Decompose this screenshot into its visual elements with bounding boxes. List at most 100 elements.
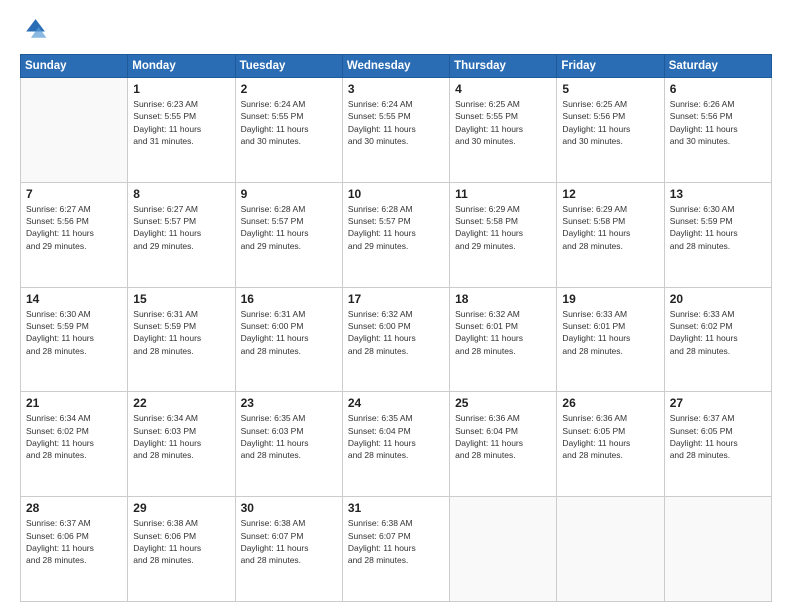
- weekday-header-friday: Friday: [557, 55, 664, 78]
- day-number: 16: [241, 292, 337, 306]
- day-number: 10: [348, 187, 444, 201]
- day-number: 2: [241, 82, 337, 96]
- calendar-header-row: SundayMondayTuesdayWednesdayThursdayFrid…: [21, 55, 772, 78]
- calendar-cell: 15Sunrise: 6:31 AM Sunset: 5:59 PM Dayli…: [128, 287, 235, 392]
- calendar-cell: 29Sunrise: 6:38 AM Sunset: 6:06 PM Dayli…: [128, 497, 235, 602]
- day-number: 26: [562, 396, 658, 410]
- calendar-week-row: 1 Sunrise: 6:23 AM Sunset: 5:55 PM Daylig…: [21, 78, 772, 183]
- calendar-cell: 8 Sunrise: 6:27 AM Sunset: 5:57 PM Daylig…: [128, 182, 235, 287]
- day-number: 31: [348, 501, 444, 515]
- calendar-cell: [450, 497, 557, 602]
- calendar-cell: 5 Sunrise: 6:25 AM Sunset: 5:56 PM Daylig…: [557, 78, 664, 183]
- day-number: 1: [133, 82, 229, 96]
- day-number: 30: [241, 501, 337, 515]
- weekday-header-monday: Monday: [128, 55, 235, 78]
- day-number: 23: [241, 396, 337, 410]
- calendar-cell: [557, 497, 664, 602]
- day-info: Sunrise: 6:32 AM Sunset: 6:00 PM Dayligh…: [348, 308, 444, 357]
- day-info: Sunrise: 6:29 AM Sunset: 5:58 PM Dayligh…: [455, 203, 551, 252]
- day-info: Sunrise: 6:27 AM Sunset: 5:57 PM Dayligh…: [133, 203, 229, 252]
- weekday-header-sunday: Sunday: [21, 55, 128, 78]
- calendar-cell: 18Sunrise: 6:32 AM Sunset: 6:01 PM Dayli…: [450, 287, 557, 392]
- day-number: 22: [133, 396, 229, 410]
- weekday-header-saturday: Saturday: [664, 55, 771, 78]
- day-number: 21: [26, 396, 122, 410]
- day-number: 9: [241, 187, 337, 201]
- day-info: Sunrise: 6:27 AM Sunset: 5:56 PM Dayligh…: [26, 203, 122, 252]
- day-number: 13: [670, 187, 766, 201]
- day-info: Sunrise: 6:37 AM Sunset: 6:06 PM Dayligh…: [26, 517, 122, 566]
- calendar-week-row: 14 Sunrise: 6:30 AM Sunset: 5:59 PM Dayli…: [21, 287, 772, 392]
- calendar-cell: 26 Sunrise: 6:36 AM Sunset: 6:05 PM Dayli…: [557, 392, 664, 497]
- day-info: Sunrise: 6:33 AM Sunset: 6:01 PM Dayligh…: [562, 308, 658, 357]
- calendar-cell: 10 Sunrise: 6:28 AM Sunset: 5:57 PM Dayli…: [342, 182, 449, 287]
- calendar-cell: 7 Sunrise: 6:27 AM Sunset: 5:56 PM Daylig…: [21, 182, 128, 287]
- day-number: 25: [455, 396, 551, 410]
- calendar-week-row: 21 Sunrise: 6:34 AM Sunset: 6:02 PM Dayli…: [21, 392, 772, 497]
- calendar-cell: 6 Sunrise: 6:26 AM Sunset: 5:56 PM Daylig…: [664, 78, 771, 183]
- day-info: Sunrise: 6:36 AM Sunset: 6:04 PM Dayligh…: [455, 412, 551, 461]
- day-info: Sunrise: 6:37 AM Sunset: 6:05 PM Dayligh…: [670, 412, 766, 461]
- calendar-cell: 24Sunrise: 6:35 AM Sunset: 6:04 PM Dayli…: [342, 392, 449, 497]
- day-info: Sunrise: 6:24 AM Sunset: 5:55 PM Dayligh…: [348, 98, 444, 147]
- day-number: 5: [562, 82, 658, 96]
- calendar-week-row: 7 Sunrise: 6:27 AM Sunset: 5:56 PM Daylig…: [21, 182, 772, 287]
- day-info: Sunrise: 6:35 AM Sunset: 6:03 PM Dayligh…: [241, 412, 337, 461]
- calendar-cell: 23 Sunrise: 6:35 AM Sunset: 6:03 PM Dayli…: [235, 392, 342, 497]
- calendar-cell: 21 Sunrise: 6:34 AM Sunset: 6:02 PM Dayli…: [21, 392, 128, 497]
- calendar-cell: 30 Sunrise: 6:38 AM Sunset: 6:07 PM Dayli…: [235, 497, 342, 602]
- calendar-cell: 11 Sunrise: 6:29 AM Sunset: 5:58 PM Dayli…: [450, 182, 557, 287]
- day-info: Sunrise: 6:33 AM Sunset: 6:02 PM Dayligh…: [670, 308, 766, 357]
- day-info: Sunrise: 6:34 AM Sunset: 6:03 PM Dayligh…: [133, 412, 229, 461]
- header: [20, 16, 772, 44]
- day-info: Sunrise: 6:30 AM Sunset: 5:59 PM Dayligh…: [670, 203, 766, 252]
- day-number: 19: [562, 292, 658, 306]
- weekday-header-thursday: Thursday: [450, 55, 557, 78]
- calendar-cell: 2 Sunrise: 6:24 AM Sunset: 5:55 PM Daylig…: [235, 78, 342, 183]
- day-info: Sunrise: 6:31 AM Sunset: 5:59 PM Dayligh…: [133, 308, 229, 357]
- day-info: Sunrise: 6:28 AM Sunset: 5:57 PM Dayligh…: [241, 203, 337, 252]
- day-info: Sunrise: 6:30 AM Sunset: 5:59 PM Dayligh…: [26, 308, 122, 357]
- day-number: 12: [562, 187, 658, 201]
- day-number: 6: [670, 82, 766, 96]
- calendar-week-row: 28 Sunrise: 6:37 AM Sunset: 6:06 PM Dayli…: [21, 497, 772, 602]
- day-number: 14: [26, 292, 122, 306]
- day-number: 18: [455, 292, 551, 306]
- calendar-cell: 28 Sunrise: 6:37 AM Sunset: 6:06 PM Dayli…: [21, 497, 128, 602]
- calendar-cell: 16 Sunrise: 6:31 AM Sunset: 6:00 PM Dayli…: [235, 287, 342, 392]
- day-info: Sunrise: 6:34 AM Sunset: 6:02 PM Dayligh…: [26, 412, 122, 461]
- day-number: 27: [670, 396, 766, 410]
- day-number: 11: [455, 187, 551, 201]
- weekday-header-tuesday: Tuesday: [235, 55, 342, 78]
- day-number: 3: [348, 82, 444, 96]
- day-info: Sunrise: 6:28 AM Sunset: 5:57 PM Dayligh…: [348, 203, 444, 252]
- calendar-cell: 13 Sunrise: 6:30 AM Sunset: 5:59 PM Dayli…: [664, 182, 771, 287]
- weekday-header-wednesday: Wednesday: [342, 55, 449, 78]
- day-number: 28: [26, 501, 122, 515]
- day-info: Sunrise: 6:26 AM Sunset: 5:56 PM Dayligh…: [670, 98, 766, 147]
- day-info: Sunrise: 6:38 AM Sunset: 6:07 PM Dayligh…: [241, 517, 337, 566]
- day-info: Sunrise: 6:23 AM Sunset: 5:55 PM Dayligh…: [133, 98, 229, 147]
- calendar-cell: 25 Sunrise: 6:36 AM Sunset: 6:04 PM Dayli…: [450, 392, 557, 497]
- day-info: Sunrise: 6:31 AM Sunset: 6:00 PM Dayligh…: [241, 308, 337, 357]
- day-number: 8: [133, 187, 229, 201]
- calendar-cell: 14 Sunrise: 6:30 AM Sunset: 5:59 PM Dayli…: [21, 287, 128, 392]
- calendar-cell: 9 Sunrise: 6:28 AM Sunset: 5:57 PM Daylig…: [235, 182, 342, 287]
- calendar-cell: 27 Sunrise: 6:37 AM Sunset: 6:05 PM Dayli…: [664, 392, 771, 497]
- day-number: 4: [455, 82, 551, 96]
- page: SundayMondayTuesdayWednesdayThursdayFrid…: [0, 0, 792, 612]
- logo: [20, 16, 52, 44]
- day-number: 7: [26, 187, 122, 201]
- day-number: 20: [670, 292, 766, 306]
- day-info: Sunrise: 6:25 AM Sunset: 5:56 PM Dayligh…: [562, 98, 658, 147]
- day-info: Sunrise: 6:35 AM Sunset: 6:04 PM Dayligh…: [348, 412, 444, 461]
- calendar-cell: [21, 78, 128, 183]
- calendar-cell: 4Sunrise: 6:25 AM Sunset: 5:55 PM Daylig…: [450, 78, 557, 183]
- calendar-cell: 3 Sunrise: 6:24 AM Sunset: 5:55 PM Daylig…: [342, 78, 449, 183]
- calendar-cell: 17Sunrise: 6:32 AM Sunset: 6:00 PM Dayli…: [342, 287, 449, 392]
- day-info: Sunrise: 6:36 AM Sunset: 6:05 PM Dayligh…: [562, 412, 658, 461]
- calendar-cell: 19 Sunrise: 6:33 AM Sunset: 6:01 PM Dayli…: [557, 287, 664, 392]
- calendar-cell: 22 Sunrise: 6:34 AM Sunset: 6:03 PM Dayli…: [128, 392, 235, 497]
- day-info: Sunrise: 6:24 AM Sunset: 5:55 PM Dayligh…: [241, 98, 337, 147]
- calendar-table: SundayMondayTuesdayWednesdayThursdayFrid…: [20, 54, 772, 602]
